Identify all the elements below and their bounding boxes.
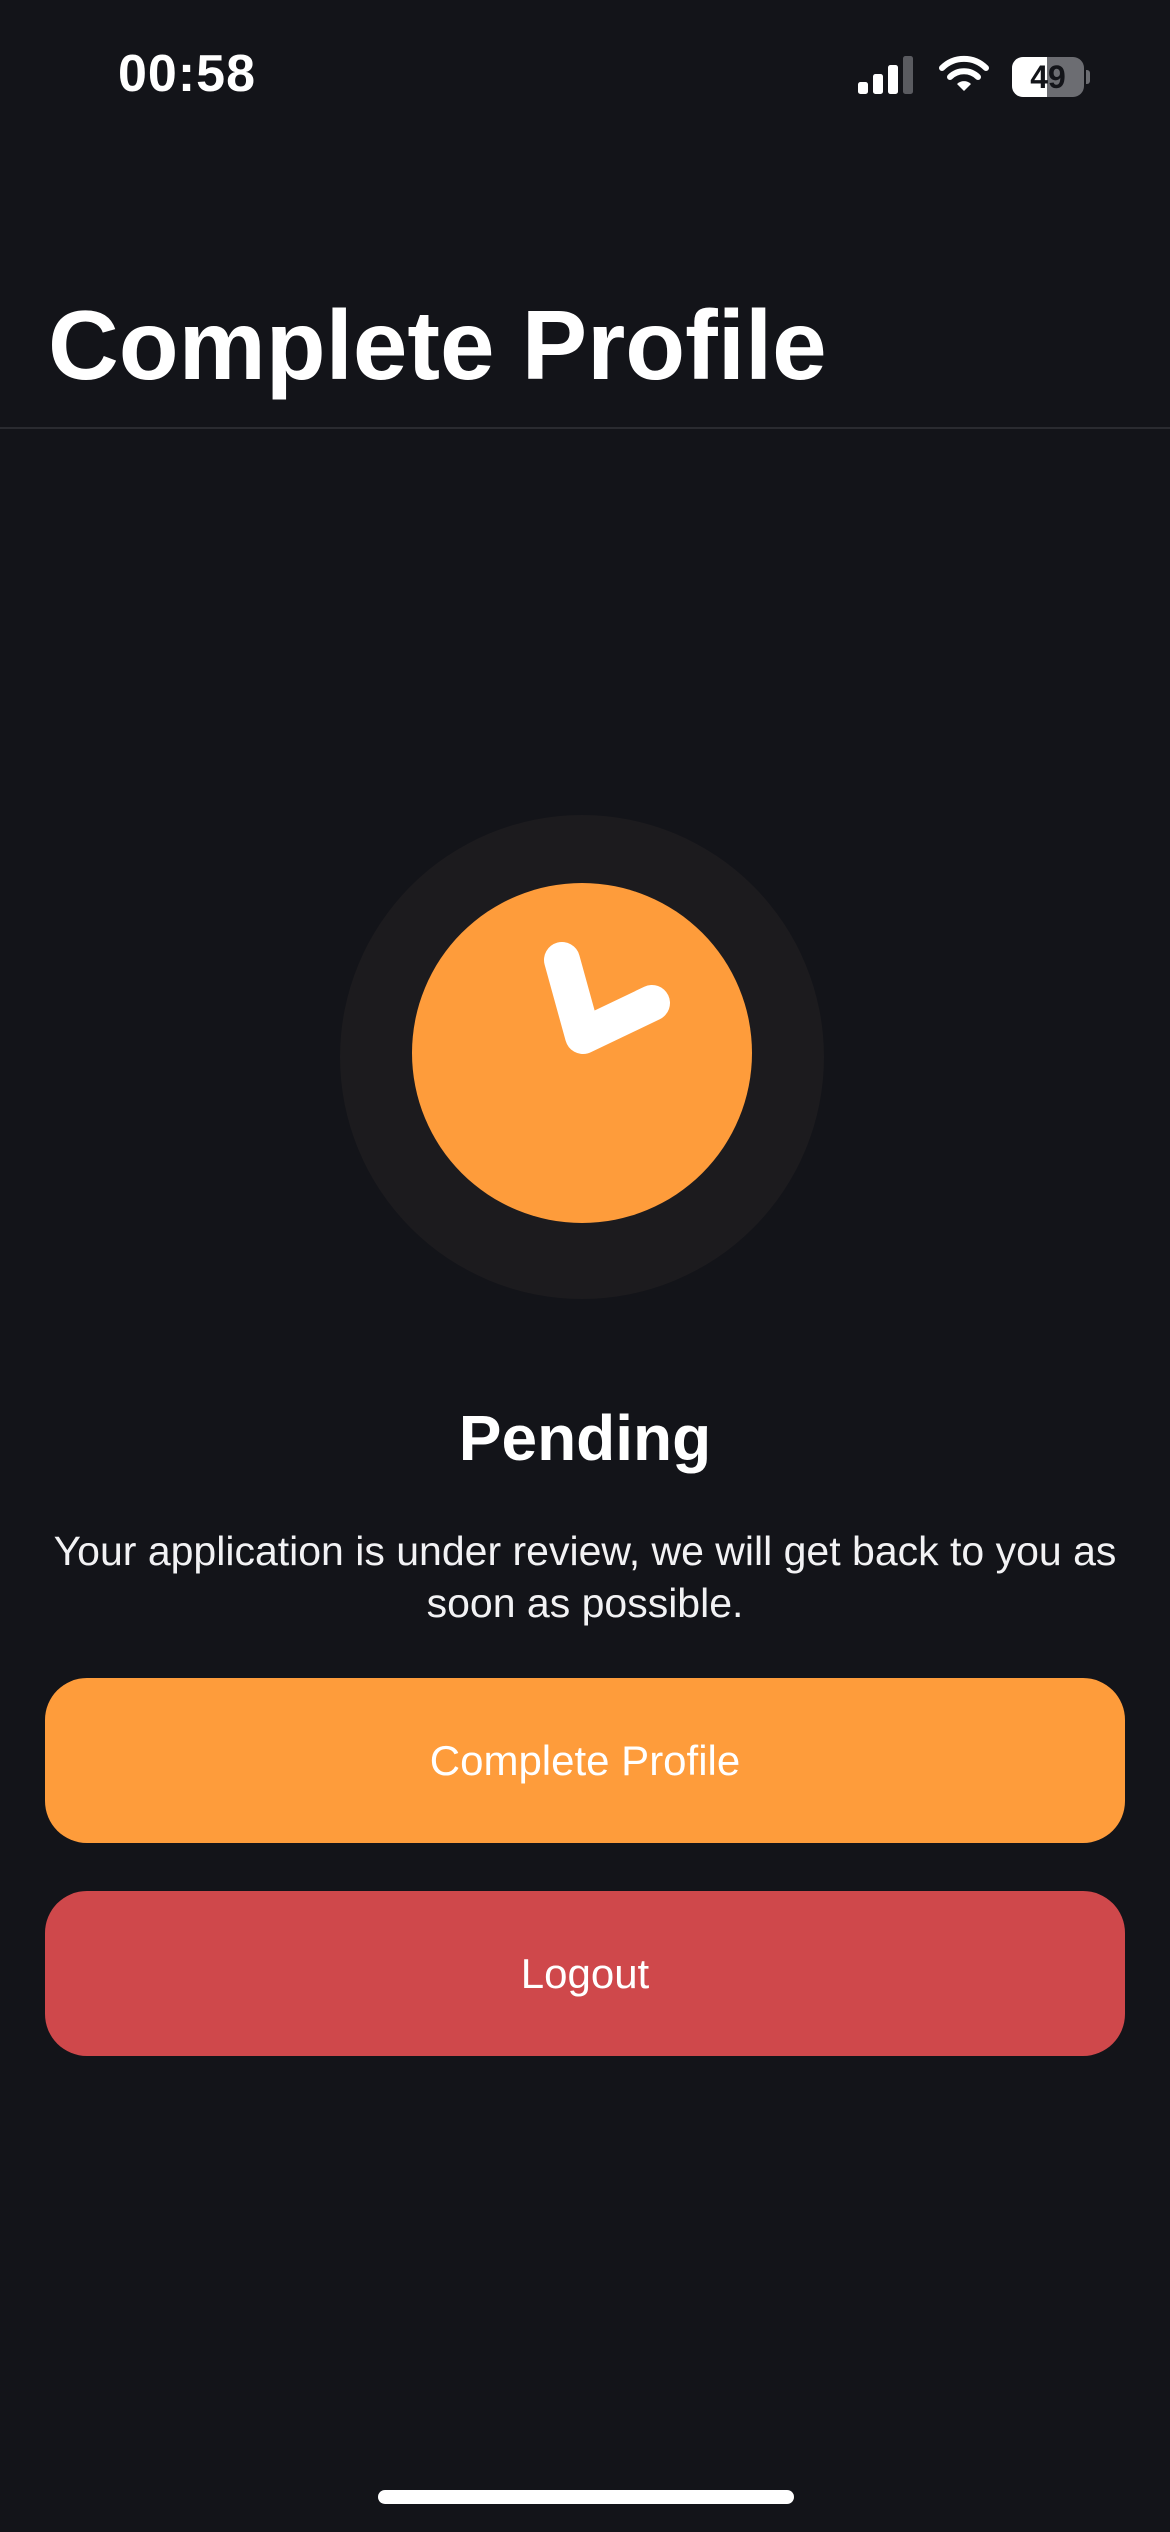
home-indicator[interactable] (378, 2490, 794, 2504)
battery-percent: 49 (1030, 59, 1066, 95)
battery-cap (1086, 70, 1090, 84)
status-time: 00:58 (118, 45, 256, 103)
status-message: Your application is under review, we wil… (53, 1528, 1117, 1626)
clock-icon-halo (340, 815, 824, 1299)
logout-button[interactable]: Logout (45, 1891, 1125, 2056)
header-divider (0, 427, 1170, 429)
cellular-signal-icon (858, 55, 916, 99)
status-heading: Pending (458, 1402, 712, 1474)
page-title: Complete Profile (48, 290, 827, 400)
battery-body: 49 (1012, 57, 1084, 97)
clock-icon (412, 883, 752, 1223)
status-bar: 00:58 49 (0, 0, 1170, 150)
complete-profile-button[interactable]: Complete Profile (45, 1678, 1125, 1843)
status-icons: 49 (858, 52, 1090, 102)
battery-icon: 49 (1012, 57, 1090, 97)
wifi-icon (938, 55, 990, 100)
